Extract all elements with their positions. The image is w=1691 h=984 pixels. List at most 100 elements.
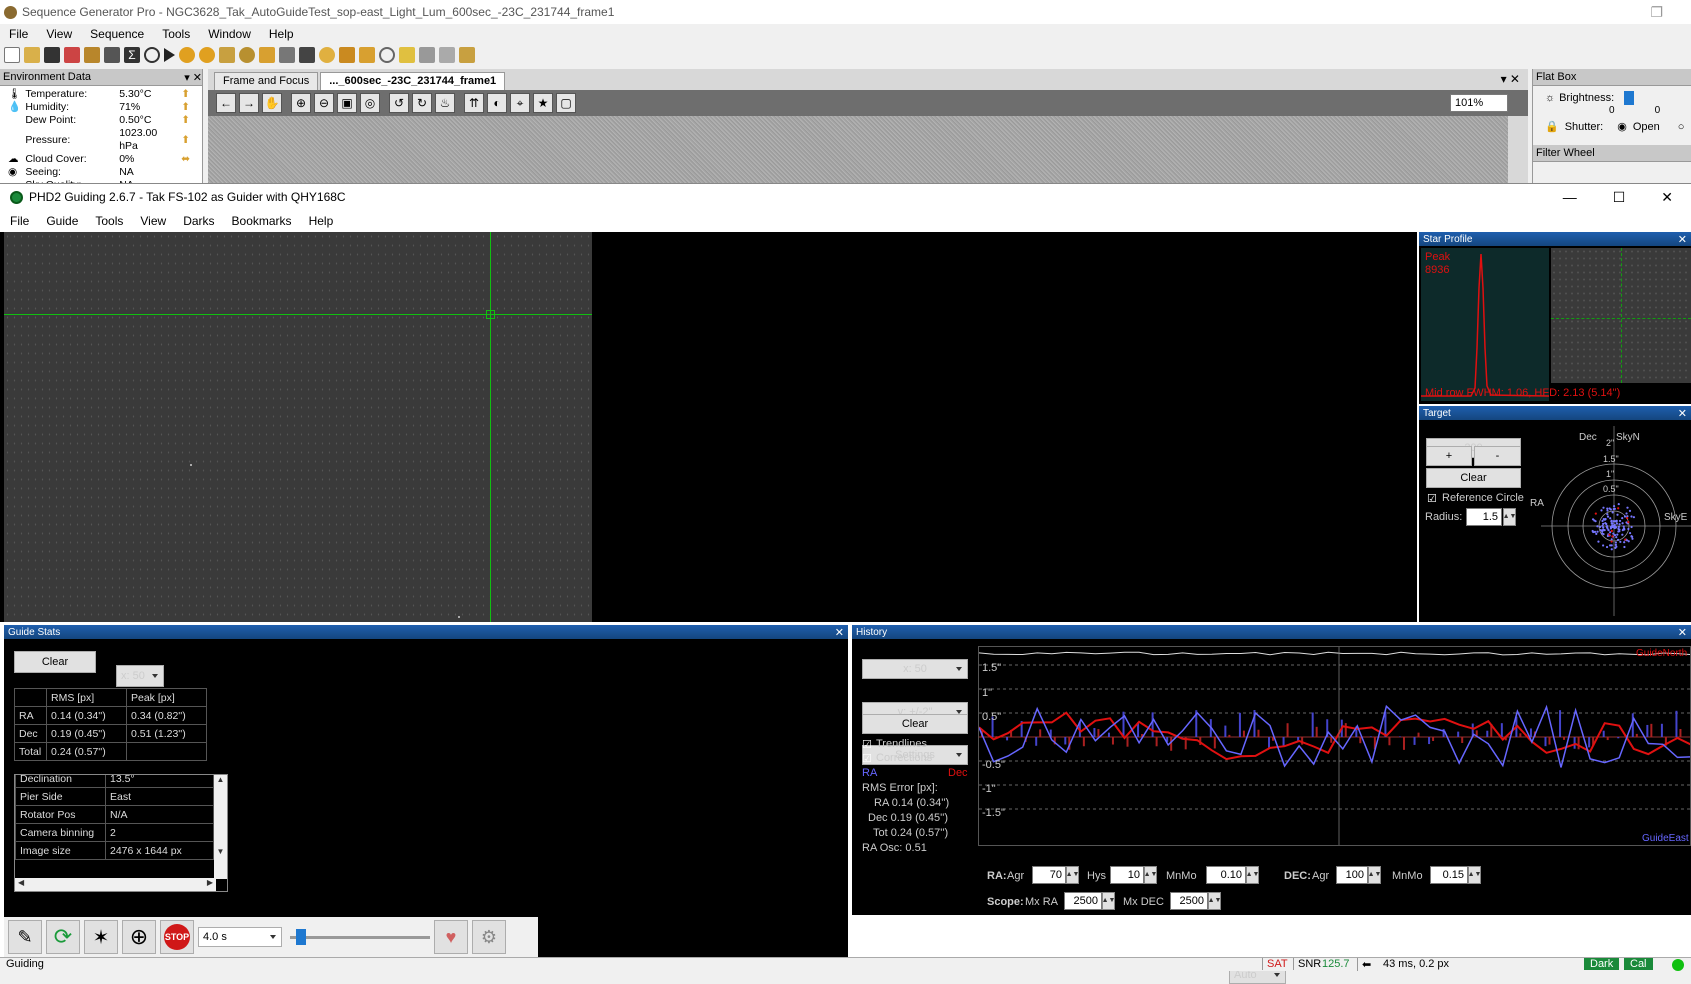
zoom-100-icon[interactable]: ◎ bbox=[360, 93, 380, 113]
mxdec-input[interactable]: 2500 bbox=[1170, 892, 1208, 910]
sgp-menu-view[interactable]: View bbox=[37, 27, 81, 41]
guide-star-marker[interactable] bbox=[486, 310, 495, 319]
dec-mnmo-input[interactable]: 0.15 bbox=[1430, 866, 1468, 884]
play-icon[interactable] bbox=[164, 48, 175, 62]
corrections-checkbox[interactable]: ☑ bbox=[862, 752, 872, 765]
hand-icon[interactable] bbox=[359, 47, 375, 63]
flame-icon[interactable]: ♨ bbox=[435, 93, 455, 113]
phd-menu-tools[interactable]: Tools bbox=[85, 214, 130, 228]
hand-icon[interactable]: ✋ bbox=[262, 93, 282, 113]
history-clear-button[interactable]: Clear bbox=[862, 714, 968, 734]
arrow-right-icon[interactable]: → bbox=[239, 93, 259, 113]
chart-icon[interactable] bbox=[104, 47, 120, 63]
search-icon[interactable] bbox=[144, 47, 160, 63]
check-icon[interactable] bbox=[399, 47, 415, 63]
maximize-icon[interactable]: ☐ bbox=[1613, 189, 1626, 206]
contrast-icon[interactable]: ◐ bbox=[487, 93, 507, 113]
ra-mnmo-input[interactable]: 0.10 bbox=[1206, 866, 1246, 884]
close-icon[interactable]: ✕ bbox=[1661, 189, 1673, 206]
stats-clear-button[interactable]: Clear bbox=[14, 651, 96, 673]
camera-settings-icon[interactable]: ⚙ bbox=[472, 920, 506, 954]
tab-frame1[interactable]: ..._600sec_-23C_231744_frame1 bbox=[320, 72, 505, 90]
arrow-left-icon[interactable]: ← bbox=[216, 93, 236, 113]
guide-crosshair-icon[interactable]: ⊕ bbox=[122, 920, 156, 954]
phd-menu-help[interactable]: Help bbox=[299, 214, 341, 228]
dec-agr-spinner[interactable]: ▲▼ bbox=[1368, 866, 1381, 884]
target-zoom-out-button[interactable]: - bbox=[1474, 446, 1521, 466]
radius-spinner[interactable]: ▲▼ bbox=[1503, 508, 1516, 526]
brightness-slider[interactable] bbox=[1624, 91, 1634, 105]
new-icon[interactable] bbox=[4, 47, 20, 63]
dec-agr-input[interactable]: 100 bbox=[1336, 866, 1368, 884]
save-icon[interactable] bbox=[44, 47, 60, 63]
dome-icon[interactable] bbox=[299, 47, 315, 63]
stats-x-select[interactable]: x: 50 bbox=[116, 665, 164, 687]
ra-agr-spinner[interactable]: ▲▼ bbox=[1066, 866, 1079, 884]
radius-input[interactable]: 1.5 bbox=[1466, 508, 1502, 526]
info-list[interactable]: Declination13.5° Pier SideEast Rotator P… bbox=[14, 774, 228, 892]
crosshair-icon[interactable]: ⌖ bbox=[510, 93, 530, 113]
auto-select-star-icon[interactable]: ✶ bbox=[84, 920, 118, 954]
close-icon[interactable]: ✕ bbox=[1678, 407, 1691, 420]
ref-circle-checkbox[interactable]: ☑ bbox=[1427, 492, 1437, 505]
zoom-in-icon[interactable]: ⊕ bbox=[291, 93, 311, 113]
flat-icon[interactable] bbox=[339, 47, 355, 63]
zoom-fit-icon[interactable]: ▣ bbox=[337, 93, 357, 113]
phd-menu-file[interactable]: File bbox=[0, 214, 36, 228]
gamma-slider[interactable] bbox=[290, 927, 430, 947]
minimize-icon[interactable]: — bbox=[1563, 189, 1577, 206]
observatory-icon[interactable] bbox=[319, 47, 335, 63]
mxdec-spinner[interactable]: ▲▼ bbox=[1208, 892, 1221, 910]
target-icon[interactable] bbox=[379, 47, 395, 63]
camera-icon[interactable] bbox=[199, 47, 215, 63]
open-icon[interactable] bbox=[24, 47, 40, 63]
exposure-select[interactable]: 4.0 s bbox=[198, 927, 282, 947]
sgp-menu-tools[interactable]: Tools bbox=[153, 27, 199, 41]
filter-icon[interactable] bbox=[239, 47, 255, 63]
shutter-close-radio[interactable]: ○ bbox=[1678, 121, 1685, 133]
phd-menu-darks[interactable]: Darks bbox=[173, 214, 221, 228]
guide-image-area[interactable] bbox=[0, 232, 1417, 622]
close-icon[interactable]: ✕ bbox=[1678, 233, 1691, 246]
phd-menu-bookmarks[interactable]: Bookmarks bbox=[222, 214, 299, 228]
tools-icon[interactable] bbox=[64, 47, 80, 63]
plate-solve-icon[interactable] bbox=[459, 47, 475, 63]
ra-hys-input[interactable]: 10 bbox=[1110, 866, 1144, 884]
stop-icon[interactable]: STOP bbox=[160, 920, 194, 954]
sgp-menu-sequence[interactable]: Sequence bbox=[81, 27, 153, 41]
gear-icon[interactable] bbox=[219, 47, 235, 63]
zoom-select[interactable]: 101% bbox=[1450, 94, 1508, 112]
sgp-menu-window[interactable]: Window bbox=[199, 27, 260, 41]
trendlines-checkbox[interactable]: ☑ bbox=[862, 738, 872, 751]
gear-icon[interactable]: ✎ bbox=[8, 920, 42, 954]
rotate-right-icon[interactable]: ↻ bbox=[412, 93, 432, 113]
star-icon[interactable]: ★ bbox=[533, 93, 553, 113]
dec-mnmo-spinner[interactable]: ▲▼ bbox=[1468, 866, 1481, 884]
info-hscrollbar[interactable]: ◀▶ bbox=[15, 878, 216, 891]
focus-icon[interactable] bbox=[179, 47, 195, 63]
mxra-spinner[interactable]: ▲▼ bbox=[1102, 892, 1115, 910]
pipette-icon[interactable] bbox=[279, 47, 295, 63]
stretch-icon[interactable]: ⇈ bbox=[464, 93, 484, 113]
ra-hys-spinner[interactable]: ▲▼ bbox=[1144, 866, 1157, 884]
info-scrollbar[interactable]: ▲▼ bbox=[214, 775, 227, 879]
close-icon[interactable]: ✕ bbox=[1678, 626, 1691, 639]
zoom-out-icon[interactable]: ⊖ bbox=[314, 93, 334, 113]
mxra-input[interactable]: 2500 bbox=[1064, 892, 1102, 910]
cloud-icon[interactable] bbox=[439, 47, 455, 63]
tab-frame-and-focus[interactable]: Frame and Focus bbox=[214, 72, 318, 90]
sgp-menu-file[interactable]: File bbox=[0, 27, 37, 41]
phd-menu-view[interactable]: View bbox=[130, 214, 173, 228]
close-icon[interactable]: ✕ bbox=[835, 626, 848, 639]
close-icon[interactable]: ▾ ✕ bbox=[184, 71, 202, 84]
shutter-open-radio[interactable]: ◉ bbox=[1617, 120, 1627, 133]
frame-icon[interactable]: ▢ bbox=[556, 93, 576, 113]
brain-icon[interactable]: ♥ bbox=[434, 920, 468, 954]
close-icon[interactable]: ▾ ✕ bbox=[1501, 72, 1528, 90]
sgp-menu-help[interactable]: Help bbox=[260, 27, 303, 41]
sigma-icon[interactable]: Σ bbox=[124, 47, 140, 63]
graph-icon[interactable] bbox=[419, 47, 435, 63]
ra-mnmo-spinner[interactable]: ▲▼ bbox=[1246, 866, 1259, 884]
history-x-select[interactable]: x: 50 bbox=[862, 659, 968, 679]
loop-icon[interactable]: ⟳ bbox=[46, 920, 80, 954]
